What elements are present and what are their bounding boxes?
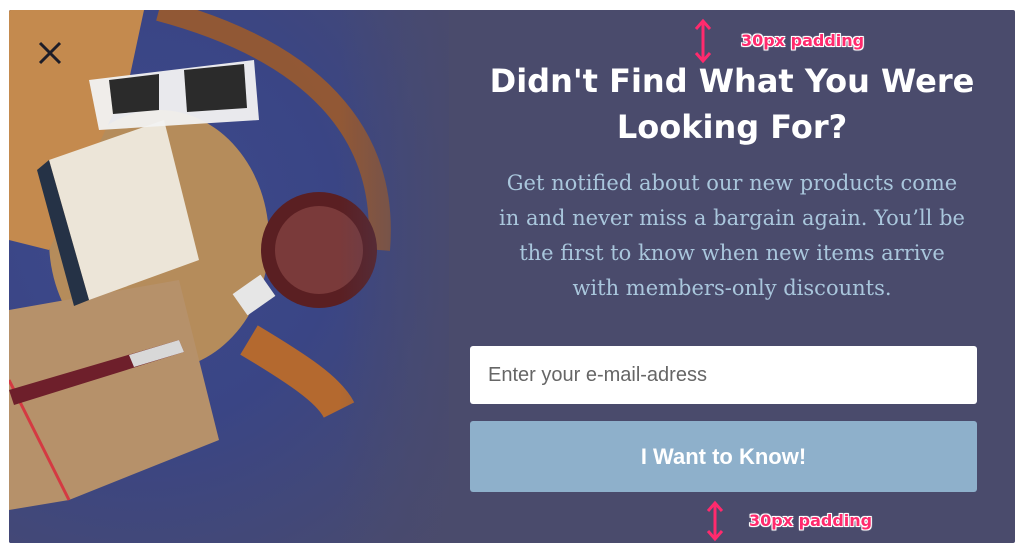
newsletter-popup: Didn't Find What You Were Looking For? G… [9,10,1015,543]
description-line-4: with members-only discounts. [572,276,892,300]
close-button[interactable] [35,38,65,68]
email-input[interactable] [470,346,977,404]
popup-description: Get notified about our new products come… [459,166,1005,306]
close-icon [38,41,62,65]
description-line-2: in and never miss a bargain again. You’l… [499,206,965,230]
bottom-padding-label: 30px padding [749,511,873,530]
description-line-3: the first to know when new items arrive [519,241,945,265]
popup-content: Didn't Find What You Were Looking For? G… [449,10,1015,543]
description-line-1: Get notified about our new products come [506,171,958,195]
bottom-padding-arrow-icon [706,500,724,542]
hero-photo [9,10,479,543]
top-padding-label: 30px padding [741,31,865,50]
submit-button[interactable]: I Want to Know! [470,421,977,492]
headline-line-1: Didn't Find What You Were [489,62,975,100]
top-padding-arrow-icon [694,18,712,64]
popup-headline: Didn't Find What You Were Looking For? [449,58,1015,150]
headline-line-2: Looking For? [616,108,848,146]
